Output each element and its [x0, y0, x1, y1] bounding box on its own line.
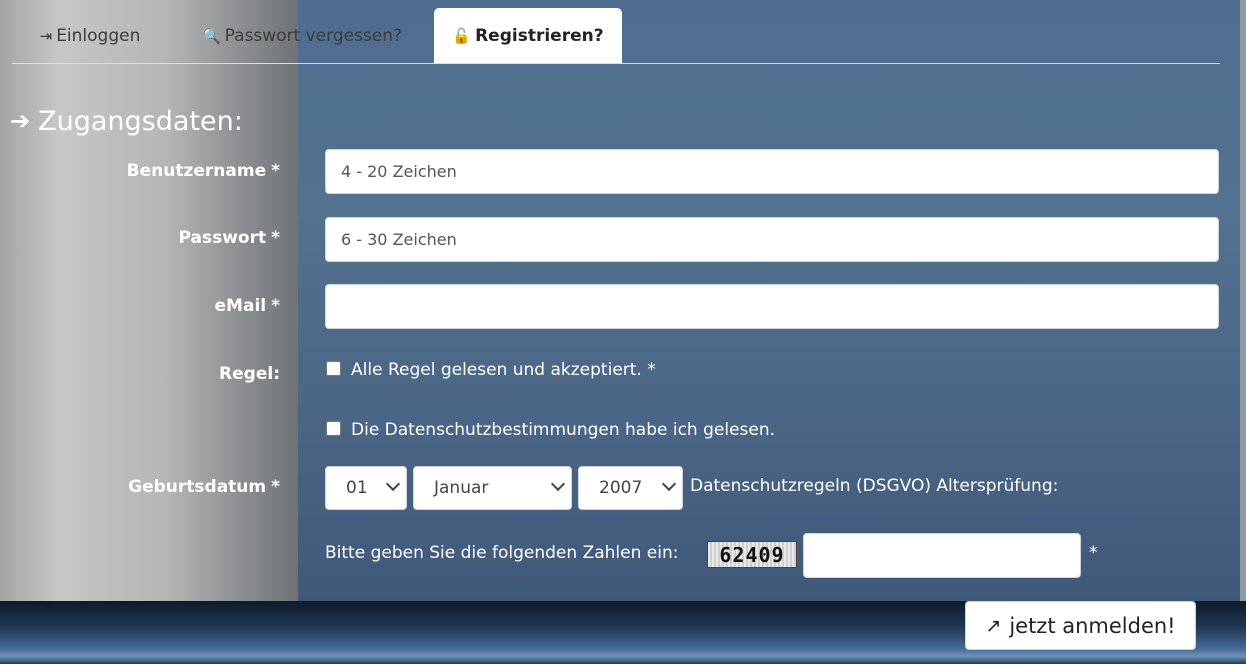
rules-label-text: Regel:: [219, 364, 280, 384]
captcha-prompt: Bitte geben Sie die folgenden Zahlen ein…: [325, 543, 679, 563]
tab-register-label: Registrieren?: [475, 26, 604, 46]
captcha-image: 62409: [707, 541, 797, 568]
required-marker: *: [271, 296, 280, 316]
section-heading: ➔ Zugangsdaten:: [10, 102, 243, 140]
privacy-text: Die Datenschutzbestimmungen habe ich gel…: [351, 420, 776, 440]
accept-rules-row[interactable]: Alle Regel gelesen und akzeptiert. *: [326, 360, 656, 380]
tab-register[interactable]: 🔓 Registrieren?: [434, 8, 622, 64]
required-marker: *: [1089, 543, 1098, 563]
dsgvo-note: Datenschutzregeln (DSGVO) Altersprüfung:: [690, 476, 1059, 496]
submit-label: jetzt anmelden!: [1009, 613, 1176, 638]
key-icon: 🔍: [201, 27, 221, 45]
birthdate-label: Geburtsdatum *: [128, 477, 280, 497]
chevron-down-icon: [661, 476, 677, 492]
chevron-down-icon: [385, 476, 401, 492]
tab-forgot-password-label: Passwort vergessen?: [224, 26, 403, 46]
username-label-text: Benutzername: [126, 161, 267, 181]
chevron-down-icon: [550, 476, 566, 492]
lock-icon: 🔓: [452, 27, 472, 45]
sign-in-icon: ➔: [10, 107, 31, 135]
tab-login[interactable]: ⇥ Einloggen: [30, 8, 150, 64]
right-edge: [1240, 0, 1246, 601]
rules-label: Regel:: [219, 364, 280, 384]
tab-forgot-password[interactable]: 🔍 Passwort vergessen?: [190, 8, 414, 64]
username-label: Benutzername *: [127, 161, 280, 181]
password-input[interactable]: [325, 217, 1219, 262]
required-marker: *: [271, 477, 280, 497]
password-label-text: Passwort: [178, 228, 267, 248]
section-title: Zugangsdaten:: [38, 105, 243, 137]
share-icon: ↗: [985, 614, 1002, 637]
required-marker: *: [271, 161, 280, 181]
privacy-row[interactable]: Die Datenschutzbestimmungen habe ich gel…: [326, 420, 775, 440]
privacy-checkbox[interactable]: [326, 420, 341, 436]
accept-rules-checkbox[interactable]: [326, 360, 341, 376]
birthdate-label-text: Geburtsdatum: [128, 477, 267, 497]
birth-month-select[interactable]: Januar: [413, 466, 572, 510]
email-input[interactable]: [325, 284, 1219, 329]
birth-day-select[interactable]: 01: [325, 466, 407, 510]
birth-month-value: Januar: [434, 478, 489, 498]
required-marker: *: [271, 228, 280, 248]
email-label: eMail *: [215, 296, 280, 316]
email-label-text: eMail: [214, 296, 267, 316]
birth-year-value: 2007: [599, 478, 643, 498]
username-input[interactable]: [325, 149, 1219, 194]
captcha-input[interactable]: [803, 533, 1081, 578]
register-submit-button[interactable]: ↗ jetzt anmelden!: [965, 601, 1196, 650]
tab-login-label: Einloggen: [56, 26, 141, 46]
birth-year-select[interactable]: 2007: [578, 466, 683, 510]
password-label: Passwort *: [179, 228, 281, 248]
birth-day-value: 01: [346, 478, 368, 498]
accept-rules-text: Alle Regel gelesen und akzeptiert. *: [351, 360, 656, 380]
sign-in-icon: ⇥: [39, 27, 53, 45]
tab-divider: [12, 63, 1220, 64]
